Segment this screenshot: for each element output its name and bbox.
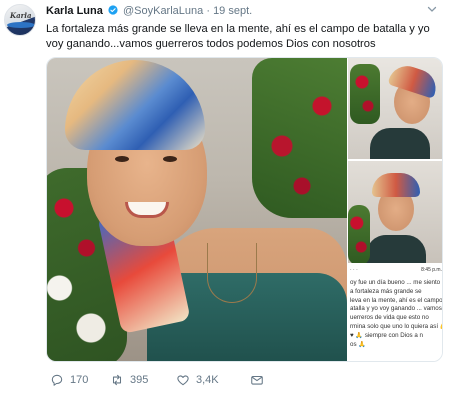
retweet-button[interactable]: 395 (110, 372, 148, 388)
envelope-icon (251, 375, 263, 385)
side-screenshot-note[interactable]: · · · 8:45 p.m. oy fue un día bueno ... … (348, 265, 442, 361)
note-status-time: 8:45 p.m. (421, 267, 442, 273)
reply-count: 170 (70, 374, 89, 386)
mini-shirt (366, 235, 426, 263)
direct-message-button[interactable] (250, 372, 264, 388)
tweet-text: La fortaleza más grande se lleva en la m… (46, 23, 430, 50)
retweet-icon (112, 374, 122, 386)
tweet: Karla Karla Luna @SoyKarlaLuna · 19 sept… (0, 0, 450, 400)
note-line: oy fue un día bueno ... me siento (350, 279, 441, 286)
note-line: os 🙏 (350, 340, 366, 348)
note-text: oy fue un día bueno ... me siento a fort… (350, 279, 442, 349)
note-line: ♥ 🙏 siempre con Dios a n (350, 331, 423, 339)
reply-icon (51, 374, 63, 386)
mini-flowers (350, 64, 380, 124)
tweet-header: Karla Luna @SoyKarlaLuna · 19 sept. (46, 5, 252, 17)
note-status-bar: · · · 8:45 p.m. (350, 267, 442, 275)
note-line: rmina solo que uno lo quiera así 💪 (350, 322, 442, 330)
retweet-count: 395 (130, 374, 149, 386)
bouquet-right (252, 58, 347, 218)
note-line: a fortaleza más grande se (350, 287, 422, 295)
avatar-logo-text: Karla (10, 11, 32, 20)
mini-flowers (348, 205, 370, 263)
photo-eye-left (115, 156, 129, 162)
heart-icon (177, 375, 189, 386)
photo-headscarf (65, 60, 205, 150)
header-separator: · (206, 5, 210, 17)
avatar-swoosh (7, 22, 35, 28)
main-photo[interactable] (47, 58, 347, 361)
note-line: atalla y yo voy ganando ... vamos (350, 305, 442, 313)
like-count: 3,4K (196, 374, 219, 386)
note-line: uerreros de vida que esto no (350, 314, 429, 322)
tweet-actions: 170 395 3,4K (46, 372, 436, 388)
chevron-down-icon[interactable] (426, 3, 438, 15)
mini-headscarf (372, 173, 420, 197)
tweet-media[interactable]: · · · 8:45 p.m. oy fue un día bueno ... … (46, 57, 443, 362)
side-photo-middle[interactable] (348, 161, 442, 264)
photo-eye-right (163, 156, 177, 162)
photo-smile (125, 202, 169, 218)
user-handle[interactable]: @SoyKarlaLuna (123, 5, 203, 17)
note-line: leva en la mente, ahí es el campo de (350, 296, 442, 304)
display-name[interactable]: Karla Luna (46, 5, 103, 17)
reply-button[interactable]: 170 (50, 372, 88, 388)
side-photo-top[interactable] (348, 58, 442, 160)
tweet-date[interactable]: 19 sept. (213, 5, 252, 17)
mini-shirt (370, 128, 430, 159)
avatar[interactable]: Karla (4, 4, 36, 36)
photo-necklace (207, 243, 257, 303)
like-button[interactable]: 3,4K (176, 372, 219, 388)
note-status-left: · · · (350, 267, 358, 273)
verified-badge-icon (108, 5, 118, 15)
